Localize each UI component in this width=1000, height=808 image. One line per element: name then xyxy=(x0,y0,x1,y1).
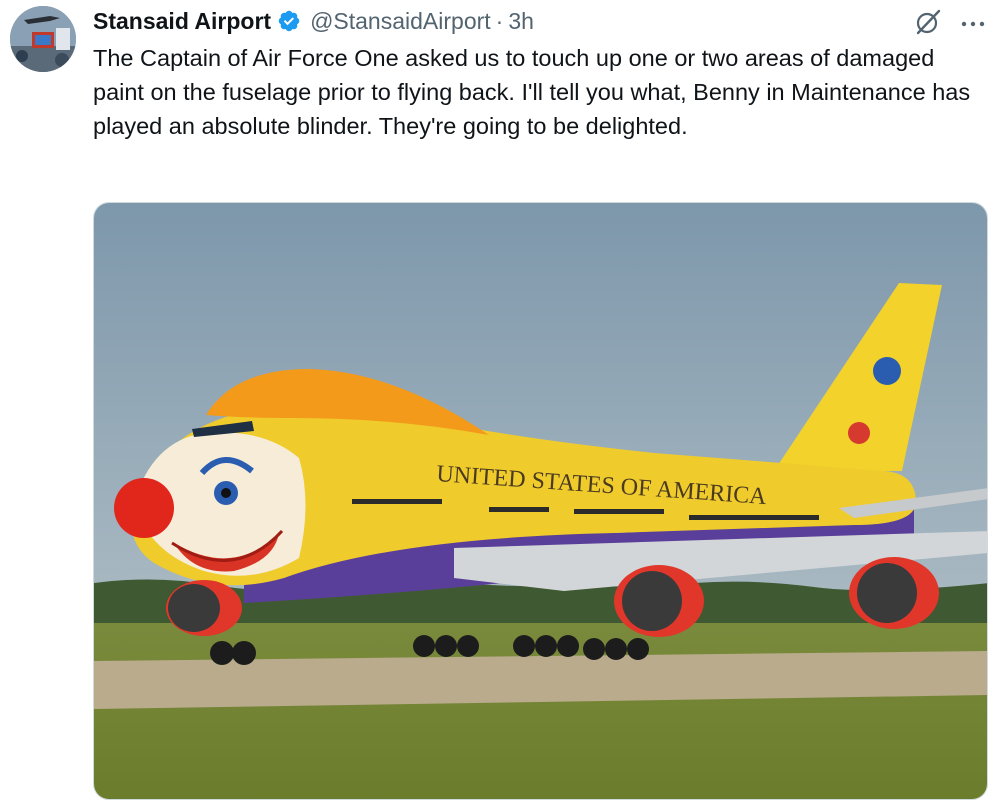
author-handle[interactable]: @StansaidAirport xyxy=(310,8,491,35)
tweet-image[interactable]: UNITED STATES OF AMERICA xyxy=(93,202,988,800)
tweet-timestamp[interactable]: 3h xyxy=(508,8,534,35)
author-avatar[interactable] xyxy=(10,6,76,72)
airport-tower-avatar-icon xyxy=(10,6,76,72)
verified-badge-icon[interactable] xyxy=(277,9,301,33)
tweet-text: The Captain of Air Force One asked us to… xyxy=(93,45,971,139)
grok-icon[interactable] xyxy=(912,6,944,38)
clown-airplane-image: UNITED STATES OF AMERICA xyxy=(94,203,987,799)
more-options-icon[interactable] xyxy=(955,6,991,38)
tweet-header: Stansaid Airport @StansaidAirport · 3h xyxy=(93,6,534,36)
separator-dot: · xyxy=(495,7,504,34)
author-display-name[interactable]: Stansaid Airport xyxy=(93,8,271,35)
